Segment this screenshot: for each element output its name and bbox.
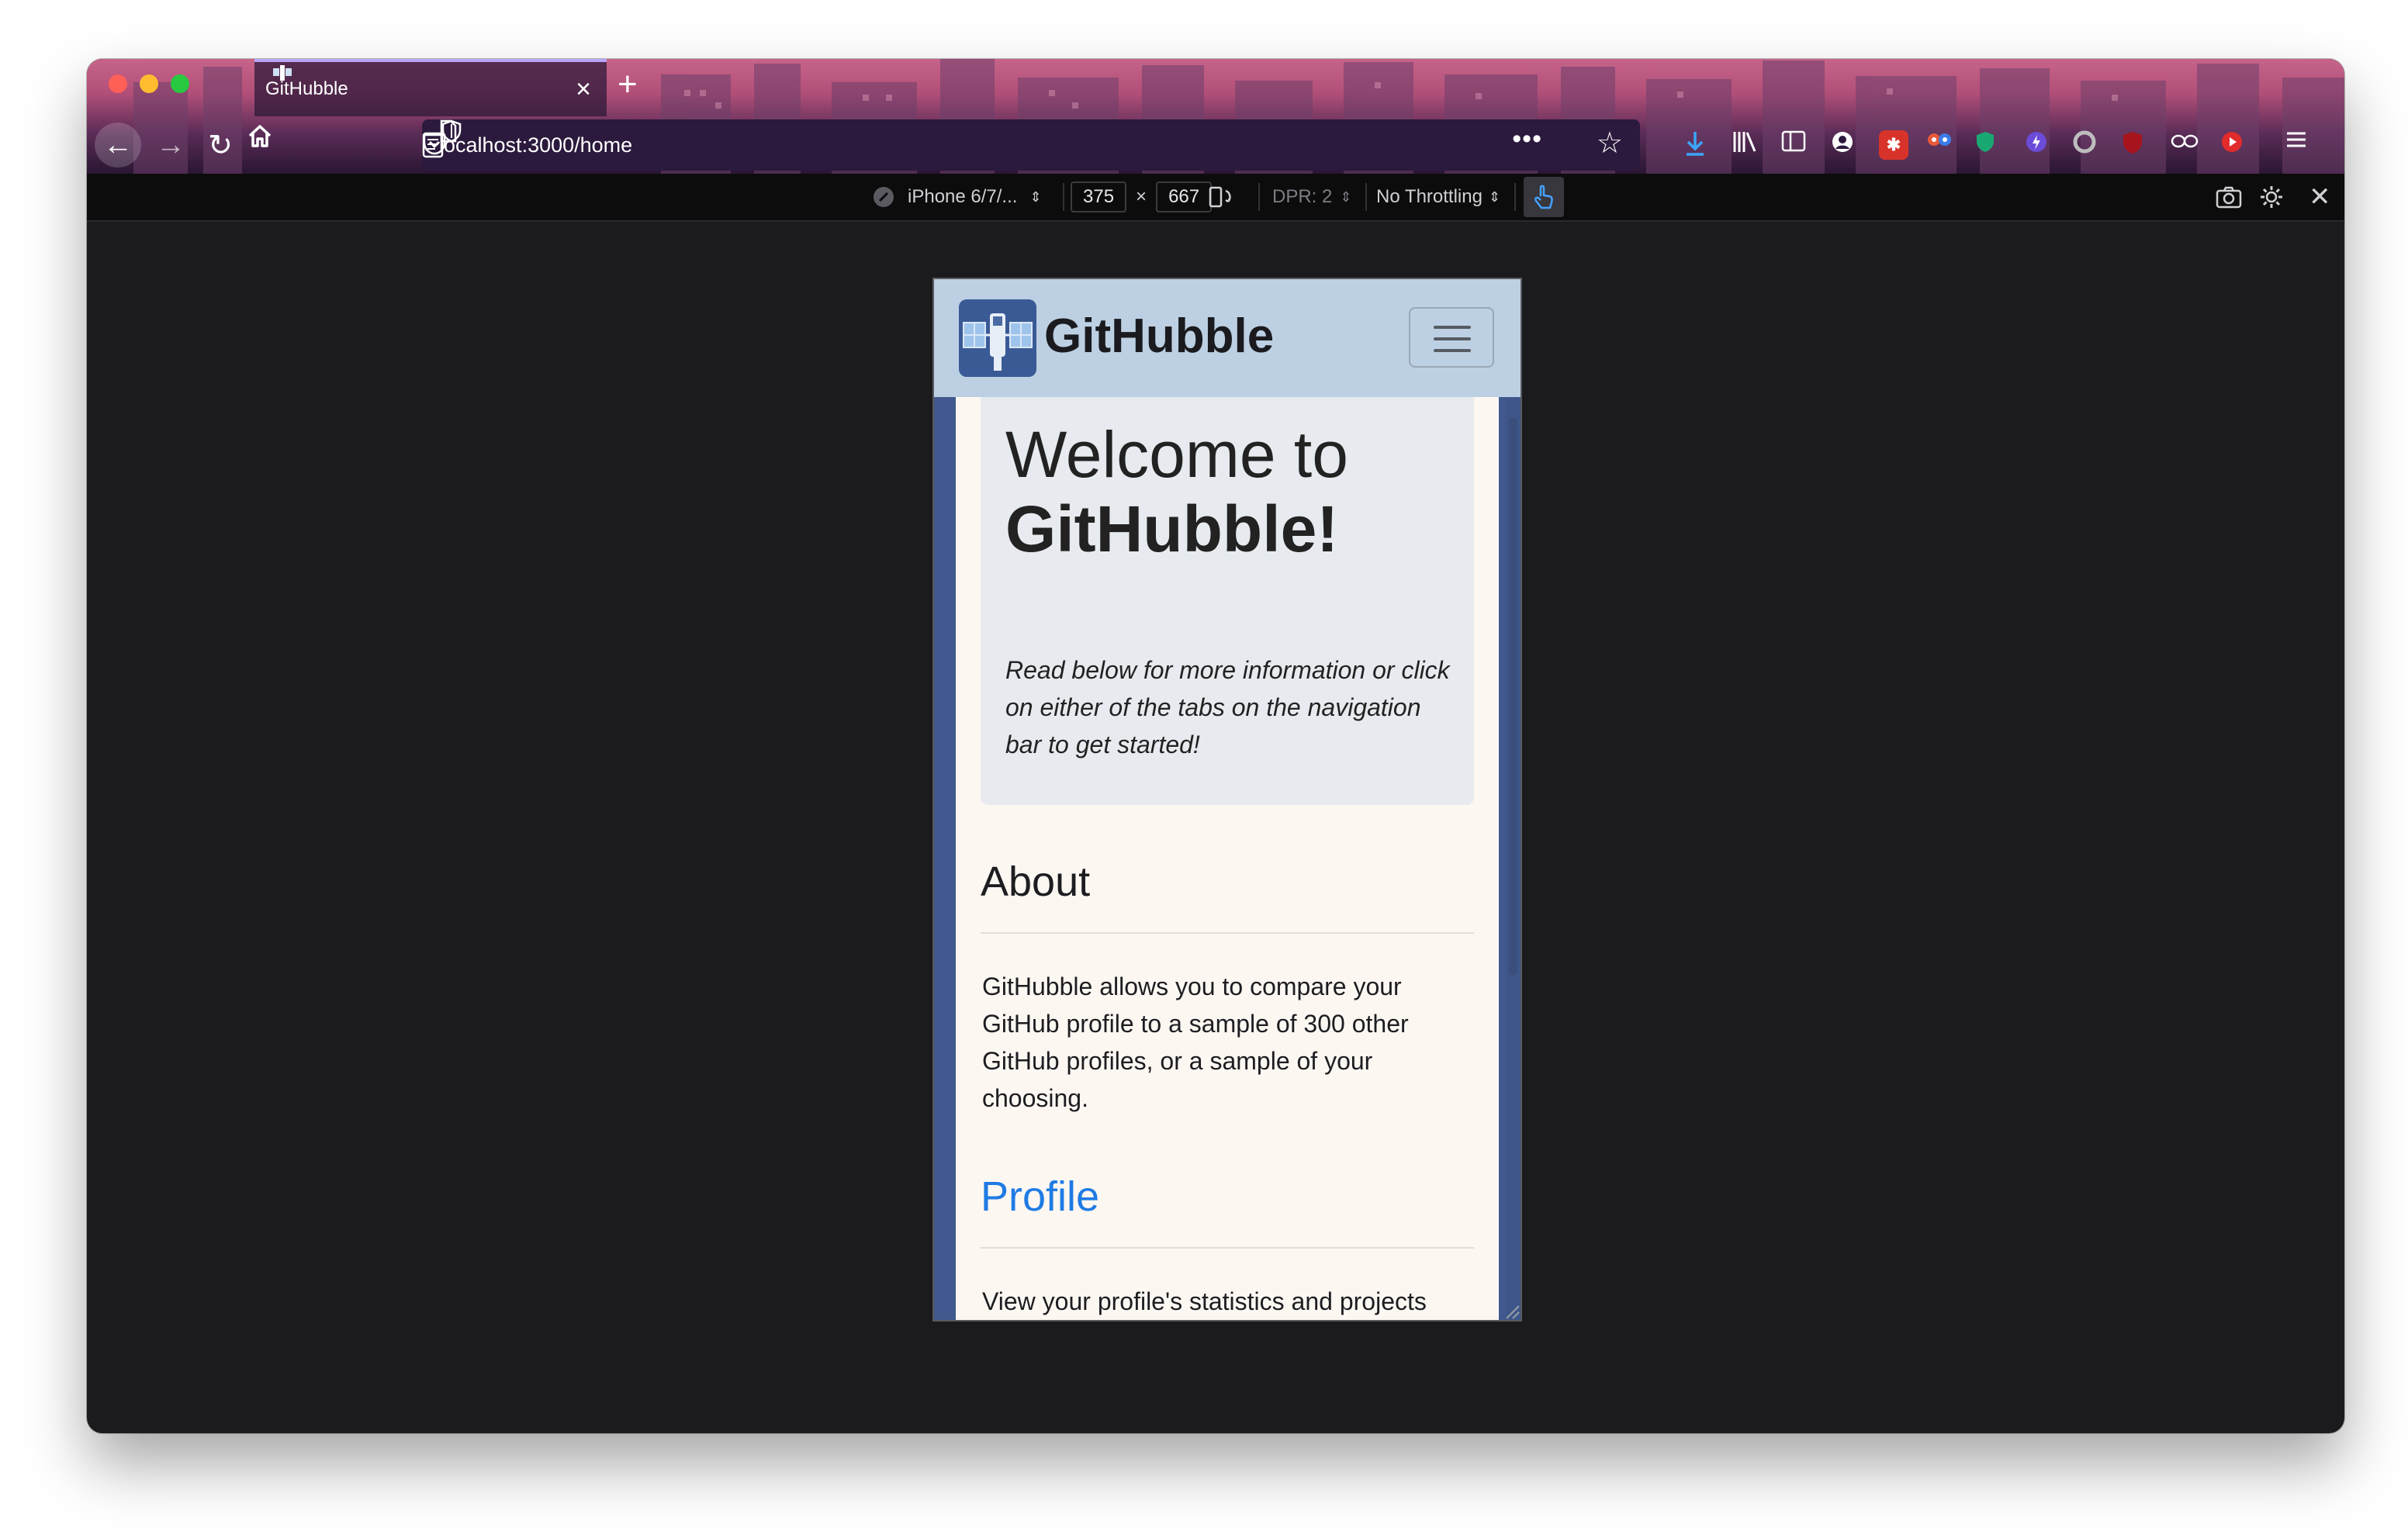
page-content: Welcome to GitHubble! Read below for mor… [956,397,1499,1320]
profile-link-heading[interactable]: Profile [981,1173,1099,1221]
url-text[interactable]: localhost:3000/home [439,133,632,157]
viewport-resize-handle[interactable] [1502,1301,1521,1320]
screenshot-button[interactable] [2216,174,2242,220]
hero-jumbotron: Welcome to GitHubble! Read below for mor… [981,397,1474,805]
site-navbar: GitHubble [934,279,1521,397]
browser-window: GitHubble × + ← → ↻ localhost:3000/home … [87,59,2344,1433]
library-icon[interactable] [1732,130,1761,160]
back-button[interactable]: ← [95,123,141,168]
tab-githubble[interactable]: GitHubble × [254,59,607,116]
forward-button[interactable]: → [147,123,194,168]
about-divider [981,932,1474,934]
viewport-width-input[interactable]: 375 [1071,181,1127,212]
home-icon [248,125,272,147]
responsive-design-toolbar: iPhone 6/7/... ⇕ 375 × 667 DPR: 2 ⇕ No T… [87,174,2344,222]
rotate-button[interactable] [1207,174,1233,220]
device-viewport: GitHubble Welcome to GitHubble! Read bel… [932,278,1522,1322]
home-button[interactable] [247,123,293,168]
size-separator: × [1136,186,1147,207]
page-actions-icon[interactable]: ••• [1512,124,1542,154]
dpr-value: DPR: 2 [1272,186,1333,207]
device-name: iPhone 6/7/... [908,186,1018,207]
throttling-value: No Throttling [1376,186,1483,207]
viewport-height-input[interactable]: 667 [1156,181,1213,212]
menu-icon[interactable] [2285,130,2315,160]
settings-button[interactable] [2259,174,2284,220]
throttling-dropdown-icon: ⇕ [1488,188,1501,205]
close-icon: ✕ [2309,182,2331,212]
device-dropdown-icon: ⇕ [1029,188,1042,205]
profile-text: View your profile's statistics and proje… [982,1287,1427,1315]
browser-chrome: GitHubble × + ← → ↻ localhost:3000/home … [87,59,2344,174]
navigation-toolbar: ← → ↻ localhost:3000/home ••• ☆ ✱ [87,116,2344,174]
navbar-toggler-button[interactable] [1409,307,1494,368]
hero-title: Welcome to GitHubble! [1005,417,1348,566]
close-rdm-button[interactable]: ✕ [2309,174,2331,220]
tab-close-icon[interactable]: × [576,76,591,102]
profile-divider [981,1247,1474,1249]
touch-hand-icon [1534,185,1553,209]
dpr-selector[interactable]: DPR: 2 ⇕ [1272,174,1351,220]
maximize-window-button[interactable] [171,74,189,93]
hamburger-line [1434,349,1471,352]
extension-grey-icon[interactable] [2073,130,2102,160]
about-text: GitHubble allows you to compare your Git… [982,973,1409,1112]
extension-purple-icon[interactable] [2025,130,2054,160]
githubble-logo[interactable] [959,299,1036,377]
hamburger-line [1434,337,1471,340]
hero-text: Read below for more information or click… [1005,656,1450,758]
account-icon[interactable] [1831,130,1860,160]
about-heading: About [981,859,1091,905]
touch-simulation-button[interactable] [1524,177,1564,217]
extension-green-shield-icon[interactable] [1975,130,2005,160]
brand-name[interactable]: GitHubble [1044,309,1274,364]
rotate-icon [1209,186,1231,208]
download-icon[interactable] [1683,130,1713,160]
telescope-logo-icon [963,313,1033,371]
device-icon [874,187,894,207]
ublock-icon[interactable] [2121,130,2150,160]
extension-glasses-icon[interactable] [2171,130,2200,160]
extension-red-play-icon[interactable] [2220,130,2250,160]
viewport-size: 375 × 667 [1071,174,1213,220]
scrollbar-thumb[interactable] [1508,417,1517,976]
throttling-selector[interactable]: No Throttling ⇕ [1376,174,1500,220]
minimize-window-button[interactable] [140,74,158,93]
extension-red-icon[interactable]: ✱ [1879,130,1908,160]
pocket-icon[interactable] [422,132,447,157]
dpr-dropdown-icon: ⇕ [1340,188,1352,205]
camera-icon [2216,186,2242,209]
githubble-favicon-icon [273,65,292,81]
address-bar[interactable]: localhost:3000/home ••• ☆ [422,119,1640,171]
close-window-button[interactable] [109,74,127,93]
device-selector[interactable]: iPhone 6/7/... ⇕ [872,174,1042,220]
reload-button[interactable]: ↻ [197,123,244,168]
sidebar-icon[interactable] [1781,130,1811,160]
hero-title-line2: GitHubble! [1005,492,1339,565]
extension-eyes-icon[interactable] [1927,130,1956,160]
hero-title-line1: Welcome to [1005,418,1348,491]
bookmark-star-icon[interactable]: ☆ [1597,126,1623,161]
hamburger-line [1434,326,1471,329]
new-tab-button[interactable]: + [618,65,638,104]
gear-icon [2261,186,2282,208]
